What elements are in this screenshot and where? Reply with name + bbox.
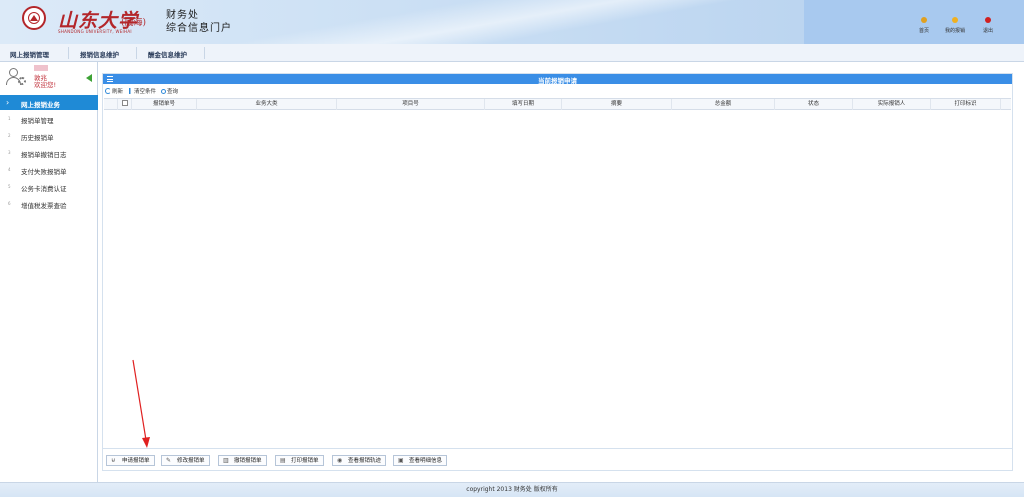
user-settings-icon[interactable] xyxy=(6,68,26,88)
tab-reimbursement-info[interactable]: 报销信息维护 xyxy=(80,49,119,59)
apply-reimbursement-button[interactable]: ⊌ 申请报销单 xyxy=(106,455,155,466)
sidebar-item-reimbursement-management[interactable]: 1 报销单管理 xyxy=(0,111,98,128)
sidebar: 敦兆 欢迎您! › 网上报销业务 1 报销单管理 2 历史报销单 3 报销单撤销… xyxy=(0,62,98,482)
header: 山东大学 (威海) SHANDONG UNIVERSITY, WEIHAI 财务… xyxy=(0,0,1024,44)
tab-remuneration-info[interactable]: 酬金信息维护 xyxy=(148,49,187,59)
row-number-header xyxy=(104,99,118,110)
column-header[interactable]: 业务大类 xyxy=(197,99,337,110)
print-reimbursement-button[interactable]: ▤ 打印报销单 xyxy=(275,455,324,466)
my-reimburse-dot-icon xyxy=(952,17,958,23)
redacted-name xyxy=(34,65,48,71)
tab-divider xyxy=(136,47,137,59)
cart-icon: ⊌ xyxy=(111,457,116,464)
select-all-cell xyxy=(118,99,132,110)
data-grid: 报销单号 业务大类 项目号 填写日期 摘要 总金额 状态 实际报销人 打印标识 xyxy=(104,98,1011,110)
chevron-right-icon: › xyxy=(6,98,10,107)
sidebar-item-history[interactable]: 2 历史报销单 xyxy=(0,128,98,145)
welcome-text: 欢迎您! xyxy=(34,81,57,89)
logout-dot-icon xyxy=(985,17,991,23)
column-header[interactable]: 填写日期 xyxy=(485,99,562,110)
refresh-button[interactable]: 刷新 xyxy=(105,87,123,95)
sidebar-item-online-reimbursement-business[interactable]: › 网上报销业务 xyxy=(0,95,98,110)
edit-reimbursement-button[interactable]: ✎ 修改报销单 xyxy=(161,455,210,466)
university-branch: (威海) xyxy=(121,18,147,28)
action-bar: ⊌ 申请报销单 ✎ 修改报销单 ▥ 撤销报销单 ▤ 打印报销单 ◉ 查看报销轨迹 ▣ 查看明… xyxy=(103,448,1012,470)
sidebar-item-cancel-log[interactable]: 3 报销单撤销日志 xyxy=(0,145,98,162)
detail-icon: ▣ xyxy=(398,457,404,464)
tab-divider xyxy=(68,47,69,59)
main-panel: 当前报销申请 刷新 清空条件 查询 报销单号 业务大类 项目号 填写日期 摘要 … xyxy=(102,73,1013,471)
search-icon xyxy=(161,89,166,94)
column-header[interactable]: 项目号 xyxy=(337,99,485,110)
column-header[interactable]: 总金额 xyxy=(672,99,775,110)
sidebar-item-card-auth[interactable]: 5 公务卡消费认证 xyxy=(0,179,98,196)
cancel-reimbursement-button[interactable]: ▥ 撤销报销单 xyxy=(218,455,267,466)
collapse-sidebar-icon[interactable] xyxy=(86,74,92,82)
eye-icon: ◉ xyxy=(337,457,343,464)
university-english-name: SHANDONG UNIVERSITY, WEIHAI xyxy=(58,29,132,34)
footer: copyright 2013 财务处 版权所有 xyxy=(0,482,1024,497)
view-detail-button[interactable]: ▣ 查看明细信息 xyxy=(393,455,448,466)
clear-icon xyxy=(127,88,133,94)
view-track-button[interactable]: ◉ 查看报销轨迹 xyxy=(332,455,387,466)
tab-online-reimbursement[interactable]: 网上报销管理 xyxy=(10,49,49,59)
annotation-arrow xyxy=(132,359,150,448)
tab-divider xyxy=(204,47,205,59)
portal-name: 综合信息门户 xyxy=(166,23,232,34)
logout-button[interactable]: 退出 xyxy=(968,17,1008,34)
sidebar-item-invoice-check[interactable]: 6 增值税发票查验 xyxy=(0,196,98,213)
toolbar: 刷新 清空条件 查询 xyxy=(103,85,1012,97)
printer-icon: ▤ xyxy=(280,457,286,464)
column-header[interactable]: 打印标识 xyxy=(931,99,1001,110)
university-seal-icon xyxy=(22,6,46,30)
header-decoration xyxy=(230,0,800,44)
grid-header: 报销单号 业务大类 项目号 填写日期 摘要 总金额 状态 实际报销人 打印标识 xyxy=(104,98,1011,110)
column-header[interactable]: 实际报销人 xyxy=(853,99,931,110)
home-dot-icon xyxy=(921,17,927,23)
select-all-checkbox[interactable] xyxy=(121,100,128,106)
trash-icon: ▥ xyxy=(223,457,229,464)
user-info: 敦兆 欢迎您! xyxy=(0,62,98,94)
panel-title: 当前报销申请 xyxy=(538,77,577,85)
header-actions: 首页 我的报销 退出 xyxy=(804,0,1024,44)
panel-header: 当前报销申请 xyxy=(103,74,1012,85)
refresh-icon xyxy=(105,88,111,94)
sidebar-item-payment-failed[interactable]: 4 支付失败报销单 xyxy=(0,162,98,179)
search-button[interactable]: 查询 xyxy=(161,87,178,95)
edit-icon: ✎ xyxy=(166,457,172,464)
clear-conditions-button[interactable]: 清空条件 xyxy=(127,87,156,95)
column-header[interactable]: 摘要 xyxy=(562,99,672,110)
column-header[interactable]: 状态 xyxy=(775,99,853,110)
column-header[interactable]: 报销单号 xyxy=(132,99,197,110)
top-navigation: 网上报销管理 报销信息维护 酬金信息维护 xyxy=(0,44,1024,62)
